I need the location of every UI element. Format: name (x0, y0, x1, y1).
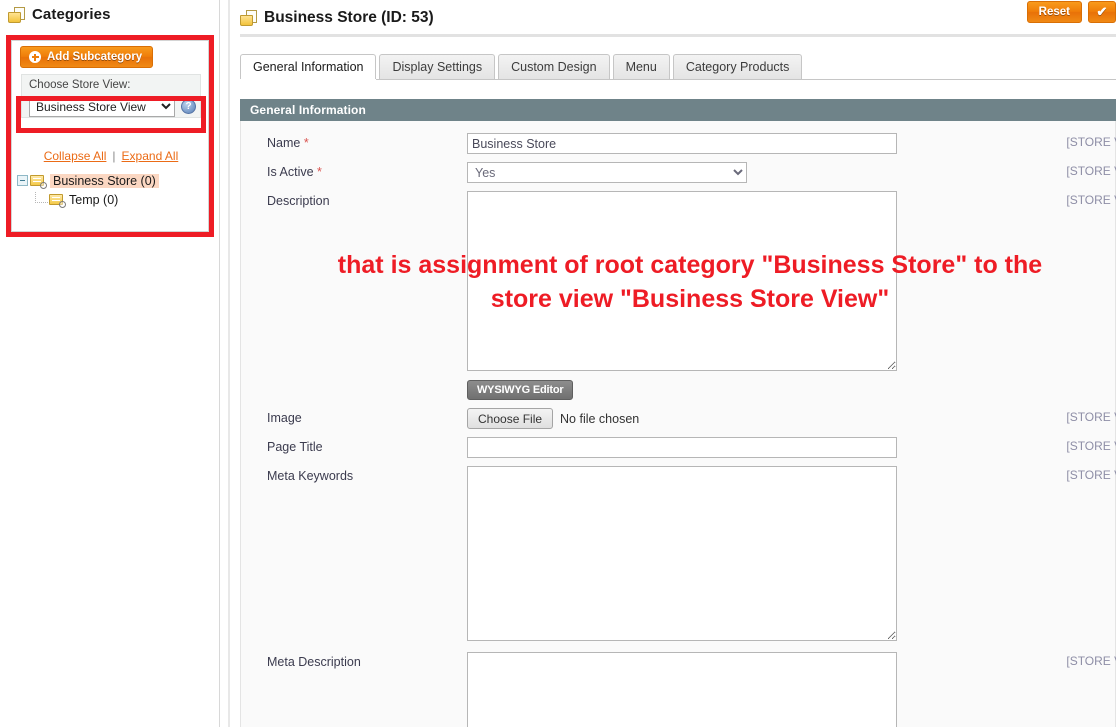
label-meta-description: Meta Description (267, 655, 361, 669)
tree-item-label: Business Store (0) (50, 173, 159, 188)
sidebar-panel-title-label: Categories (32, 6, 111, 23)
field-row-meta-keywords: Meta Keywords [STORE VIEW] Use Default V… (241, 466, 1116, 644)
meta-description-textarea[interactable] (467, 652, 897, 727)
tab-general-information[interactable]: General Information (240, 54, 377, 79)
folder-search-icon (49, 193, 66, 208)
control-name (467, 133, 897, 154)
store-view-row: Business Store View ? (29, 96, 196, 117)
control-page-title (467, 437, 897, 458)
label-meta-keywords: Meta Keywords (267, 469, 354, 483)
scope-name: [STORE VIEW] Use Default Value (1066, 135, 1116, 149)
scope-tag: [STORE VIEW] (1066, 468, 1116, 482)
plus-icon (29, 51, 41, 63)
main-content: Business Store (ID: 53) Reset ✔ General … (232, 0, 1116, 727)
label-name: Name * (267, 133, 467, 150)
description-textarea[interactable] (467, 191, 897, 371)
field-row-meta-description: Meta Description [STORE VIEW] Use Defaul… (241, 652, 1116, 727)
category-page-icon (240, 10, 257, 26)
categories-sidebar: Categories Add Subcategory Choose Store … (0, 0, 220, 727)
scope-tag: [STORE VIEW] (1066, 439, 1116, 453)
required-marker: * (303, 136, 309, 150)
scope-tag: [STORE VIEW] (1066, 135, 1116, 149)
control-meta-description (467, 652, 897, 727)
app-root: Categories Add Subcategory Choose Store … (0, 0, 1116, 727)
label-image: Image (267, 411, 302, 425)
choose-file-button[interactable]: Choose File (467, 408, 554, 429)
control-meta-keywords (467, 466, 897, 644)
label-is-active-text: Is Active (267, 165, 314, 179)
sidebar-panel-title: Categories (0, 0, 219, 23)
category-tree-card: Add Subcategory Choose Store View: Busin… (11, 40, 209, 232)
tree-item-business-store[interactable]: Business Store (0) (17, 171, 207, 190)
tree-item-label: Temp (0) (69, 192, 119, 207)
name-input[interactable] (467, 133, 897, 154)
store-view-chooser: Choose Store View: Business Store View ? (21, 74, 201, 118)
scope-meta-keywords: [STORE VIEW] Use Default Value (1066, 468, 1116, 482)
general-information-form: Name * [STORE VIEW] Use Default Value Is… (240, 121, 1116, 727)
question-mark-help-icon[interactable]: ? (181, 99, 196, 114)
categories-folder-icon (8, 6, 25, 23)
control-is-active: Yes (467, 162, 747, 183)
file-status-text: No file chosen (560, 411, 640, 426)
label-is-active: Is Active * (267, 162, 467, 179)
scope-tag: [STORE VIEW] (1066, 193, 1116, 207)
page-title-input[interactable] (467, 437, 897, 458)
label-page-title: Page Title (267, 440, 323, 454)
label-description: Description (267, 194, 330, 208)
expander-minus-icon[interactable] (17, 175, 28, 186)
store-view-label: Choose Store View: (29, 79, 131, 91)
header-divider (240, 34, 1116, 37)
category-tree: Business Store (0) Temp (0) (17, 171, 207, 209)
link-separator: | (112, 149, 116, 163)
collapse-all-link[interactable]: Collapse All (44, 149, 107, 163)
expand-all-link[interactable]: Expand All (122, 149, 179, 163)
field-row-is-active: Is Active * Yes [STORE VIEW] Use Default… (241, 162, 1116, 183)
scope-tag: [STORE VIEW] (1066, 164, 1116, 178)
wysiwyg-editor-button[interactable]: WYSIWYG Editor (467, 380, 574, 400)
scope-image: [STORE VIEW] Use Default Value (1066, 410, 1116, 424)
add-subcategory-label: Add Subcategory (47, 51, 143, 63)
control-image: Choose File No file chosen (467, 408, 639, 429)
field-row-page-title: Page Title [STORE VIEW] Use Default Valu… (241, 437, 1116, 458)
sidebar-divider (228, 0, 230, 727)
is-active-select[interactable]: Yes (467, 162, 747, 183)
scope-tag: [STORE VIEW] (1066, 410, 1116, 424)
tree-connector-icon (35, 192, 48, 203)
meta-keywords-textarea[interactable] (467, 466, 897, 641)
page-title: Business Store (ID: 53) (264, 9, 434, 26)
control-description: WYSIWYG Editor (467, 191, 897, 400)
section-header: General Information (240, 99, 1116, 121)
save-check-button[interactable]: ✔ (1088, 1, 1116, 23)
scope-tag: [STORE VIEW] (1066, 654, 1116, 668)
page-header-actions: Reset ✔ (1026, 0, 1116, 23)
scope-is-active: [STORE VIEW] Use Default Value (1066, 164, 1116, 178)
field-row-image: Image Choose File No file chosen [STORE … (241, 408, 1116, 429)
label-name-text: Name (267, 136, 301, 150)
scope-description: [STORE VIEW] Use Default Value (1066, 193, 1116, 207)
required-marker: * (317, 165, 322, 179)
add-subcategory-button[interactable]: Add Subcategory (20, 46, 154, 68)
scope-meta-description: [STORE VIEW] Use Default Value (1066, 654, 1116, 668)
tab-bar: General Information Display Settings Cus… (240, 54, 1116, 80)
tab-display-settings[interactable]: Display Settings (379, 54, 496, 79)
tree-toggle-links: Collapse All | Expand All (12, 149, 210, 163)
tab-category-products[interactable]: Category Products (672, 54, 803, 79)
store-view-select[interactable]: Business Store View (29, 96, 175, 117)
field-row-name: Name * [STORE VIEW] Use Default Value (241, 133, 1116, 154)
field-row-description: Description WYSIWYG Editor [STORE VIEW] … (241, 191, 1116, 400)
reset-button[interactable]: Reset (1026, 1, 1082, 23)
scope-page-title: [STORE VIEW] Use Default Value (1066, 439, 1116, 453)
page-header: Business Store (ID: 53) Reset ✔ (232, 0, 1116, 36)
folder-search-icon (30, 174, 47, 189)
tab-custom-design[interactable]: Custom Design (498, 54, 610, 79)
tab-menu[interactable]: Menu (612, 54, 670, 79)
tree-item-temp[interactable]: Temp (0) (17, 190, 207, 209)
